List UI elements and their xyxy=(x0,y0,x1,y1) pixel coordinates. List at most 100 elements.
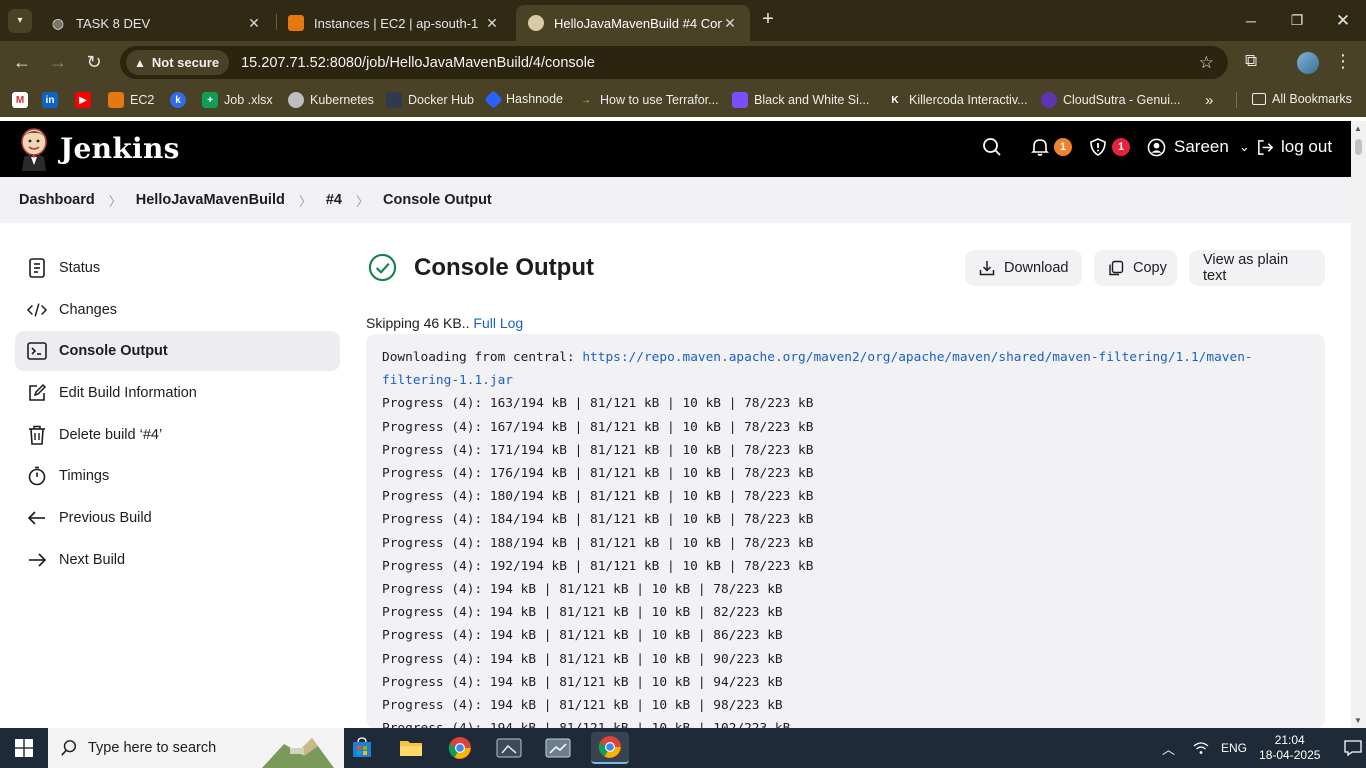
scroll-up-icon[interactable]: ▲ xyxy=(1354,124,1362,133)
bookmark-ec2[interactable]: EC2 xyxy=(108,92,154,108)
code-icon xyxy=(27,300,47,320)
sidebar-item-status[interactable]: Status xyxy=(15,248,340,288)
sidebar-item-edit-build-information[interactable]: Edit Build Information xyxy=(15,373,340,413)
breadcrumb-console-output[interactable]: Console Output xyxy=(383,192,492,208)
scrollbar-thumb[interactable] xyxy=(1355,139,1362,155)
bookmark-hashnode[interactable]: Hashnode xyxy=(484,89,563,109)
close-icon[interactable]: ✕ xyxy=(722,15,738,32)
gmail-icon: M xyxy=(12,92,28,108)
console-line: Progress (4): 180/194 kB | 81/121 kB | 1… xyxy=(382,489,814,505)
menu-kebab-icon[interactable]: ⋮ xyxy=(1334,51,1352,72)
taskbar-file-explorer[interactable] xyxy=(395,732,427,764)
sidebar-label: Edit Build Information xyxy=(59,385,197,402)
notification-center-icon[interactable] xyxy=(1344,739,1363,757)
aws-icon xyxy=(108,92,124,108)
breadcrumb-build[interactable]: #4 xyxy=(326,192,342,208)
taskbar-search-box[interactable]: Type here to search xyxy=(48,728,344,768)
input-language[interactable]: ENG xyxy=(1221,741,1247,755)
tab-title: Instances | EC2 | ap-south-1 xyxy=(314,15,479,31)
console-line: Progress (4): 194 kB | 81/121 kB | 10 kB… xyxy=(382,628,783,644)
bookmark-gmail[interactable]: M xyxy=(12,92,34,108)
bookmark-kubernetes[interactable]: Kubernetes xyxy=(288,92,374,108)
bookmark-label: EC2 xyxy=(130,93,155,107)
folder-icon xyxy=(1252,93,1266,105)
reload-button[interactable]: ↻ xyxy=(82,50,106,74)
all-bookmarks-button[interactable]: All Bookmarks xyxy=(1252,92,1352,106)
user-menu[interactable]: Sareen ⌄ xyxy=(1147,137,1250,157)
jenkins-logo-icon[interactable] xyxy=(18,127,50,171)
bookmark-k[interactable]: k xyxy=(170,92,192,108)
taskbar-app-window[interactable] xyxy=(493,732,525,764)
page-scrollbar[interactable]: ▲ ▼ xyxy=(1351,121,1366,728)
full-log-link[interactable]: Full Log xyxy=(473,315,523,331)
download-button[interactable]: Download xyxy=(965,250,1082,286)
console-line: Progress (4): 184/194 kB | 81/121 kB | 1… xyxy=(382,512,814,528)
forward-button[interactable]: → xyxy=(46,50,70,74)
folder-icon xyxy=(400,741,422,756)
bookmark-black-white[interactable]: Black and White Si... xyxy=(732,92,869,108)
page-title: Console Output xyxy=(414,253,594,281)
bookmarks-overflow-button[interactable]: » xyxy=(1205,92,1213,109)
bookmark-terraform[interactable]: → How to use Terrafor... xyxy=(578,92,719,108)
new-tab-button[interactable]: + xyxy=(758,8,778,31)
browser-tab-1[interactable]: ◍ TASK 8 DEV ✕ xyxy=(38,5,274,41)
notifications-button[interactable]: 1 xyxy=(1030,137,1072,157)
taskbar-chrome-active[interactable] xyxy=(591,732,629,764)
bookmark-cloudsutra[interactable]: CloudSutra - Genui... xyxy=(1041,92,1180,108)
sidebar-item-delete-build[interactable]: Delete build ‘#4’ xyxy=(15,415,340,455)
restore-button[interactable]: ❐ xyxy=(1274,0,1320,41)
search-button[interactable] xyxy=(982,137,1002,157)
sidebar-label: Previous Build xyxy=(59,510,152,527)
windows-taskbar: Type here to search ︿ ENG 21:04 18-04-20… xyxy=(0,728,1366,768)
security-chip[interactable]: ▲ Not secure xyxy=(126,50,230,75)
start-button[interactable] xyxy=(0,728,48,768)
scroll-down-icon[interactable]: ▼ xyxy=(1354,716,1362,725)
view-plain-text-button[interactable]: View as plain text xyxy=(1189,250,1325,286)
bookmark-star-icon[interactable]: ☆ xyxy=(1199,53,1214,73)
close-icon[interactable]: ✕ xyxy=(484,15,500,32)
logout-button[interactable]: log out xyxy=(1256,137,1332,157)
taskbar-app-window-2[interactable] xyxy=(542,732,574,764)
address-bar[interactable]: ▲ Not secure 15.207.71.52:8080/job/Hello… xyxy=(120,46,1228,79)
back-button[interactable]: ← xyxy=(10,50,34,74)
bookmark-youtube[interactable]: ▶ xyxy=(75,92,97,108)
chevron-up-icon[interactable]: ︿ xyxy=(1162,739,1175,758)
sidebar-item-changes[interactable]: Changes xyxy=(15,290,340,330)
console-link[interactable]: https://repo.maven.apache.org/maven2/org… xyxy=(582,350,1252,365)
warning-icon: ▲ xyxy=(134,55,146,70)
console-link[interactable]: filtering-1.1.jar xyxy=(382,373,513,388)
user-icon xyxy=(1147,138,1166,156)
breadcrumb-job[interactable]: HelloJavaMavenBuild xyxy=(136,192,285,208)
copy-button[interactable]: Copy xyxy=(1094,250,1177,286)
bookmark-linkedin[interactable]: in xyxy=(42,92,64,108)
browser-tab-3-active[interactable]: HelloJavaMavenBuild #4 Conso ✕ xyxy=(516,5,750,41)
taskbar-store-app[interactable] xyxy=(346,732,378,764)
taskbar-chrome[interactable] xyxy=(444,732,476,764)
search-highlight-illustration-icon xyxy=(262,738,334,768)
chevron-right-icon: 〉 xyxy=(356,193,370,209)
console-line: Progress (4): 194 kB | 81/121 kB | 10 kB… xyxy=(382,582,783,598)
security-button[interactable]: 1 xyxy=(1088,137,1130,157)
breadcrumb-dashboard[interactable]: Dashboard xyxy=(19,192,95,208)
download-icon xyxy=(979,260,995,276)
clock[interactable]: 21:04 18-04-2025 xyxy=(1259,733,1320,763)
sidebar-item-next-build[interactable]: Next Build xyxy=(15,540,340,580)
skipping-text: Skipping 46 KB.. xyxy=(366,315,470,331)
sidebar-item-timings[interactable]: Timings xyxy=(15,456,340,496)
browser-tab-2[interactable]: Instances | EC2 | ap-south-1 ✕ xyxy=(276,5,512,41)
chevron-right-icon: 〉 xyxy=(298,193,312,209)
url-text[interactable]: 15.207.71.52:8080/job/HelloJavaMavenBuil… xyxy=(241,55,595,71)
sidebar-item-console-output[interactable]: Console Output xyxy=(15,331,340,372)
wifi-icon[interactable] xyxy=(1193,741,1209,755)
extensions-icon[interactable]: ⧉ xyxy=(1245,51,1257,71)
bookmark-killercoda[interactable]: K Killercoda Interactiv... xyxy=(887,92,1027,108)
jenkins-brand[interactable]: Jenkins xyxy=(60,132,180,165)
bookmark-docker-hub[interactable]: Docker Hub xyxy=(386,92,474,108)
sidebar-item-previous-build[interactable]: Previous Build xyxy=(15,498,340,538)
minimize-button[interactable]: ─ xyxy=(1228,0,1274,41)
close-icon[interactable]: ✕ xyxy=(246,15,262,32)
tab-search-button[interactable]: ▾ xyxy=(8,8,32,33)
profile-avatar[interactable] xyxy=(1297,52,1319,74)
window-close-button[interactable]: ✕ xyxy=(1320,0,1366,41)
bookmark-job-xlsx[interactable]: + Job .xlsx xyxy=(202,92,273,108)
